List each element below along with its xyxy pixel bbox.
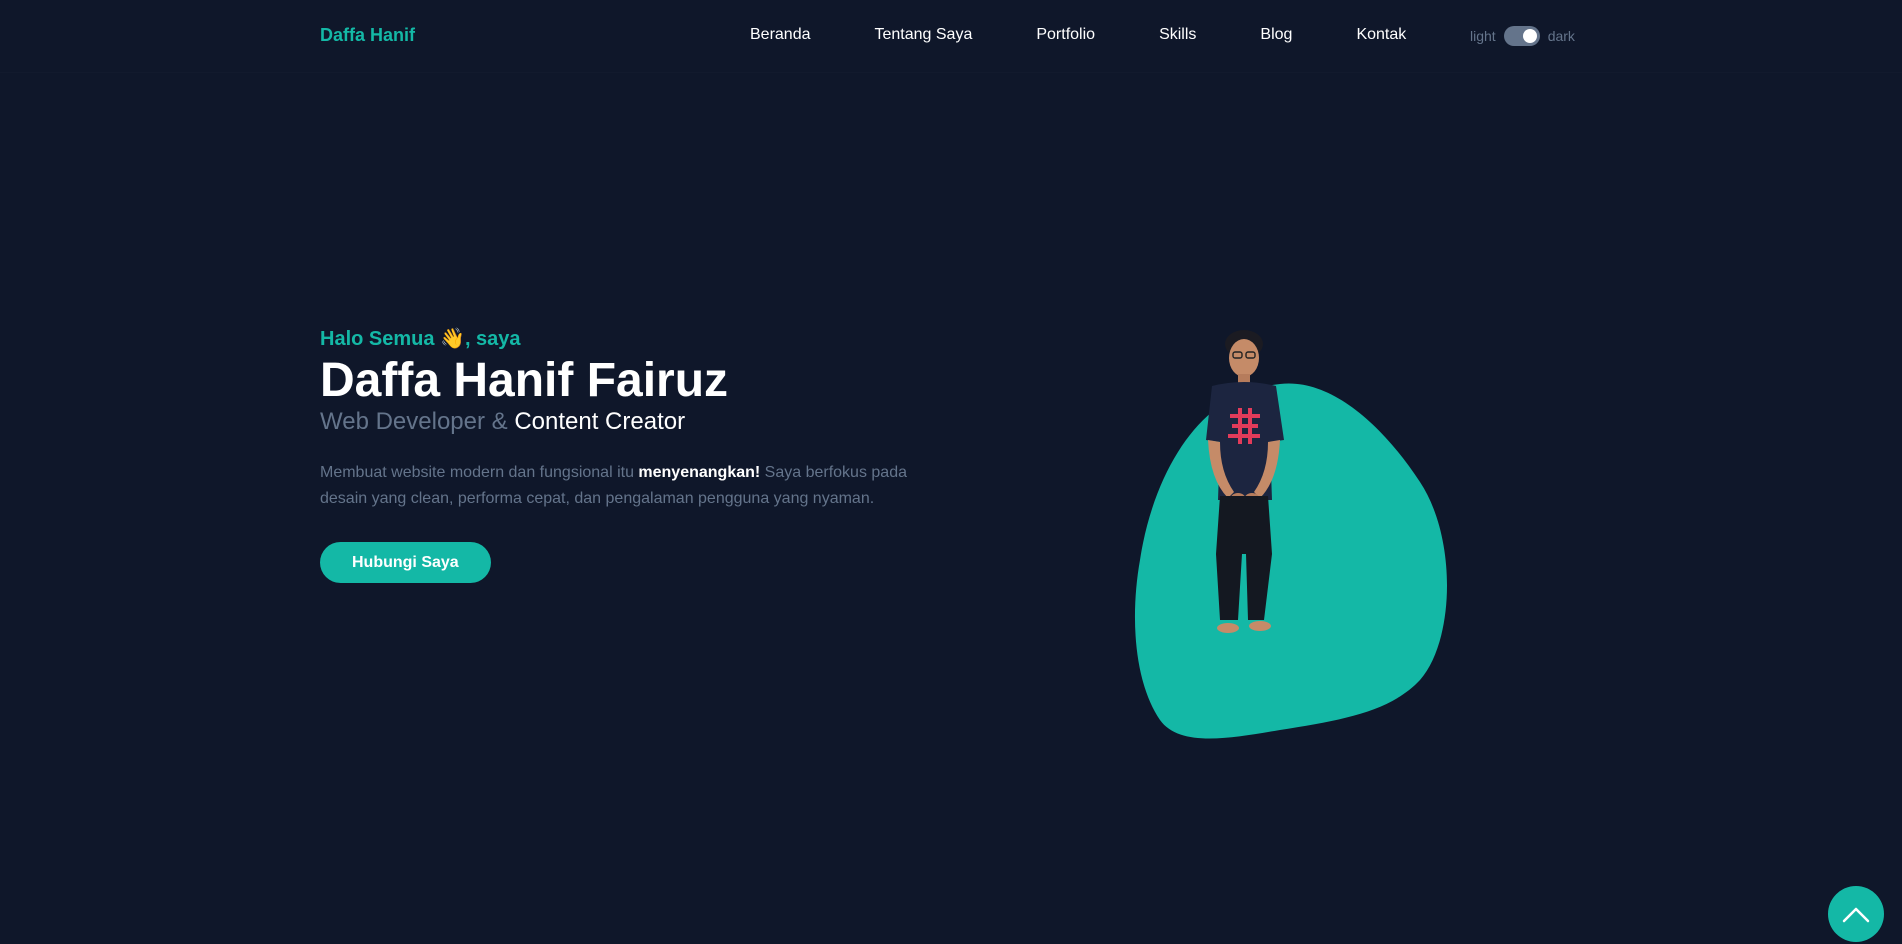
dark-mode-toggle[interactable] xyxy=(1503,26,1540,46)
contact-me-button[interactable]: Hubungi Saya xyxy=(320,542,491,583)
person-photo xyxy=(1134,330,1448,739)
nav-link-blog[interactable]: Blog xyxy=(1260,25,1292,45)
back-to-top-button[interactable] xyxy=(1828,886,1884,942)
theme-dark-label: dark xyxy=(1547,28,1575,44)
theme-switcher: light dark xyxy=(1470,26,1575,46)
hero-desc-before: Membuat website modern dan fungsional it… xyxy=(320,464,639,481)
nav-link-portfolio[interactable]: Portfolio xyxy=(1036,25,1095,45)
page: Daffa Hanif Beranda Tentang Saya Portfol… xyxy=(0,0,1902,944)
hero-desc-bold: menyenangkan! xyxy=(638,464,761,481)
nav-link-skills[interactable]: Skills xyxy=(1159,25,1196,45)
theme-light-label: light xyxy=(1470,28,1496,44)
hero-role-secondary: Content Creator xyxy=(514,408,686,435)
site-header: Daffa Hanif Beranda Tentang Saya Portfol… xyxy=(0,0,1902,72)
nav-link-beranda[interactable]: Beranda xyxy=(750,25,811,45)
nav-link-tentang-saya[interactable]: Tentang Saya xyxy=(875,25,973,45)
nav-link-kontak[interactable]: Kontak xyxy=(1356,25,1406,45)
toggle-knob xyxy=(1522,29,1537,43)
brand-logo[interactable]: Daffa Hanif xyxy=(320,25,415,46)
hero-description: Membuat website modern dan fungsional it… xyxy=(320,460,920,512)
hero-greeting: Halo Semua 👋, saya xyxy=(320,328,521,350)
hero-name: Daffa Hanif Fairuz xyxy=(320,354,729,407)
main-nav: Beranda Tentang Saya Portfolio Skills Bl… xyxy=(750,25,1406,45)
hero-intro: Halo Semua 👋, saya Daffa Hanif Fairuz We… xyxy=(320,326,940,583)
hero-illustration xyxy=(1120,320,1460,740)
hero-role: Web Developer & Content Creator xyxy=(320,408,940,436)
teal-blob xyxy=(1134,383,1448,739)
chevron-up-icon xyxy=(1842,907,1870,923)
hero-role-primary: Web Developer & xyxy=(320,408,515,435)
